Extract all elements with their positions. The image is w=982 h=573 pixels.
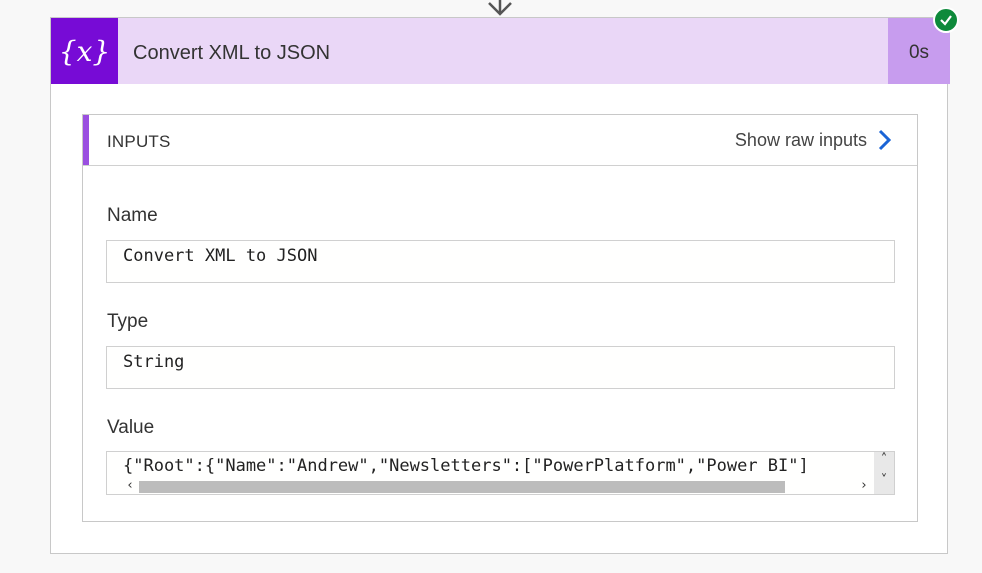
inputs-panel: INPUTS Show raw inputs Name Convert XML … xyxy=(82,114,918,522)
checkmark-icon xyxy=(940,15,952,26)
scroll-right-icon[interactable]: › xyxy=(857,479,871,493)
horizontal-scrollbar-thumb[interactable] xyxy=(139,481,785,493)
value-field-label: Value xyxy=(107,417,155,438)
inputs-accent-bar xyxy=(83,115,89,165)
inputs-panel-header: INPUTS Show raw inputs xyxy=(83,115,917,166)
action-header[interactable]: {x} Convert XML to JSON 0s xyxy=(51,18,950,84)
success-check-icon xyxy=(933,7,959,33)
type-field[interactable]: String xyxy=(106,346,895,389)
inputs-heading: INPUTS xyxy=(107,132,171,151)
scroll-down-icon[interactable]: ˅ xyxy=(877,474,891,488)
variable-icon: {x} xyxy=(51,18,118,84)
name-field-label: Name xyxy=(107,205,158,226)
chevron-right-icon xyxy=(878,129,891,151)
name-field[interactable]: Convert XML to JSON xyxy=(106,240,895,283)
action-card: {x} Convert XML to JSON 0s INPUTS Show r… xyxy=(50,17,950,554)
horizontal-scrollbar[interactable]: ‹ › xyxy=(123,479,871,493)
scroll-up-icon[interactable]: ˄ xyxy=(877,453,891,467)
show-raw-inputs-label: Show raw inputs xyxy=(734,129,867,150)
show-raw-inputs-link[interactable]: Show raw inputs xyxy=(735,115,891,165)
scroll-left-icon[interactable]: ‹ xyxy=(123,479,137,493)
vertical-scrollbar[interactable]: ˄ ˅ xyxy=(874,452,894,494)
value-field-text: {"Root":{"Name":"Andrew","Newsletters":[… xyxy=(123,456,809,476)
type-field-label: Type xyxy=(107,311,149,332)
variable-icon-glyph: {x} xyxy=(58,34,111,68)
flow-connector-arrow-icon xyxy=(488,0,512,16)
value-field[interactable]: {"Root":{"Name":"Andrew","Newsletters":[… xyxy=(106,451,895,495)
action-title: Convert XML to JSON xyxy=(133,42,331,64)
